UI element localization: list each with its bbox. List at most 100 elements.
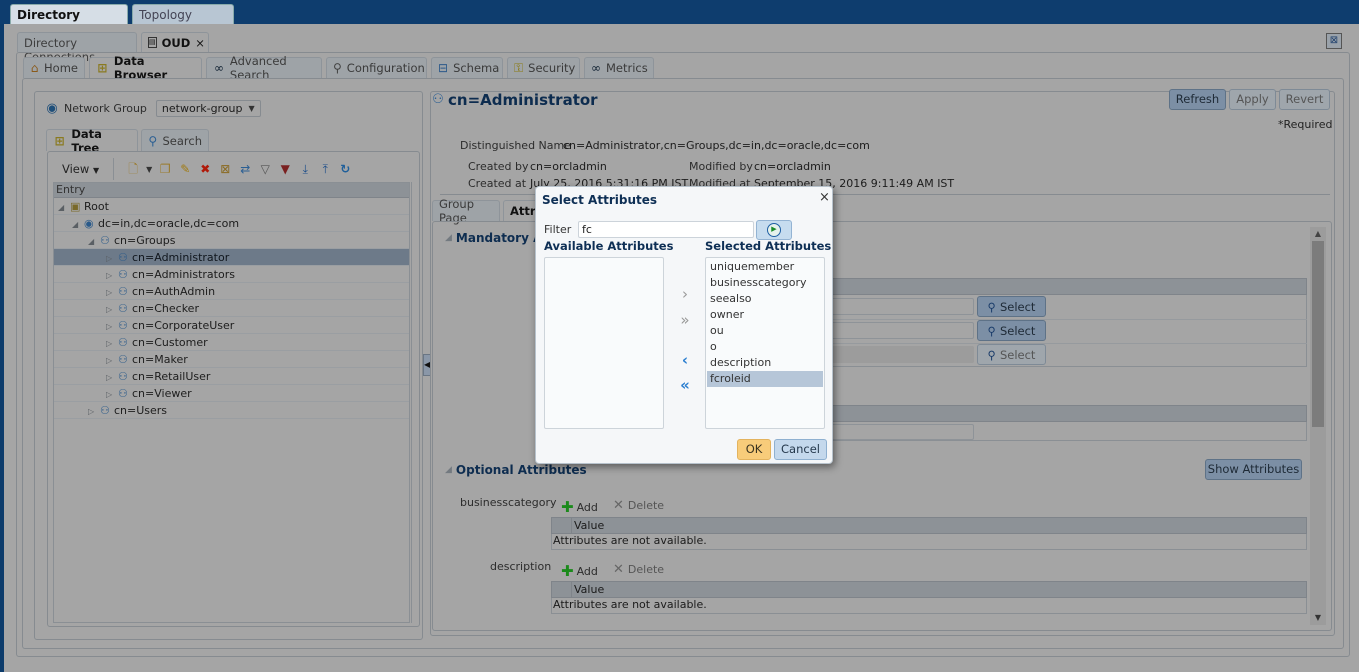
tree-row[interactable]: ◢ ◉ dc=in,dc=oracle,dc=com (54, 215, 409, 232)
selected-attribute-item[interactable]: uniquemember (707, 259, 823, 275)
tree-row[interactable]: ▷ ⚇ cn=Viewer (54, 385, 409, 402)
tab-schema[interactable]: ⊟ Schema (431, 57, 503, 78)
filter-input[interactable] (578, 221, 754, 238)
edit-icon[interactable]: ✎ (178, 162, 192, 176)
selected-attribute-item[interactable]: o (707, 339, 823, 355)
network-group-select[interactable]: network-group ▼ (155, 100, 261, 117)
new-entry-icon[interactable]: 🗋 (126, 162, 140, 176)
tree-row[interactable]: ▷ ⚇ cn=Administrators (54, 266, 409, 283)
expanded-toggle-icon[interactable]: ◢ (88, 233, 100, 250)
collapsed-toggle-icon[interactable]: ▷ (106, 284, 118, 301)
optional-section-header[interactable]: ◢ Optional Attributes (445, 463, 587, 477)
move-entry-icon[interactable]: ⇄ (238, 162, 252, 176)
delete-subtree-icon[interactable]: ⊠ (218, 162, 232, 176)
revert-button[interactable]: Revert (1279, 89, 1330, 110)
filter-go-button[interactable]: ▶ (756, 220, 792, 240)
move-right-icon[interactable]: › (675, 286, 695, 302)
vertical-scrollbar[interactable]: ▲ ▼ (1310, 227, 1326, 625)
selected-attribute-item[interactable]: ou (707, 323, 823, 339)
group-icon: ⚇ (118, 387, 128, 400)
tab-data-tree[interactable]: ⊞ Data Tree (46, 127, 138, 155)
add-button[interactable]: ✚ Add (561, 498, 598, 516)
select-button[interactable]: ⚲ Select (977, 320, 1046, 341)
tree-row[interactable]: ▷ ⚇ cn=Administrator (54, 249, 409, 266)
tab-directory-manager[interactable]: Directory Manager (10, 4, 128, 36)
mandatory-value-input[interactable] (820, 424, 974, 440)
clear-filter-icon[interactable]: ▼ (278, 162, 292, 176)
collapsed-toggle-icon[interactable]: ▷ (106, 335, 118, 352)
collapsed-toggle-icon[interactable]: ▷ (106, 318, 118, 335)
refresh-icon[interactable]: ↻ (338, 162, 352, 176)
collapsed-toggle-icon[interactable]: ▷ (106, 352, 118, 369)
expanded-toggle-icon[interactable]: ◢ (58, 199, 70, 216)
add-button[interactable]: ✚ Add (561, 562, 598, 580)
tab-oud[interactable]: ▤ OUD × (141, 32, 209, 52)
close-dialog-icon[interactable]: × (819, 190, 830, 205)
select-button[interactable]: ⚲ Select (977, 296, 1046, 317)
scroll-up-icon[interactable]: ▲ (1310, 227, 1326, 241)
available-attributes-list[interactable] (544, 257, 664, 429)
mandatory-value-input[interactable] (820, 298, 974, 315)
export-icon[interactable]: ⤒ (318, 162, 332, 176)
plus-icon: ✚ (561, 562, 574, 580)
tab-label: Search (162, 133, 202, 148)
show-attributes-button[interactable]: Show Attributes (1205, 459, 1302, 480)
collapsed-toggle-icon[interactable]: ▷ (88, 403, 100, 420)
ok-button[interactable]: OK (737, 439, 771, 460)
maximize-window-icon[interactable]: ⊠ (1326, 33, 1342, 49)
delete-button[interactable]: ✕ Delete (613, 562, 664, 577)
collapsed-toggle-icon[interactable]: ▷ (106, 267, 118, 284)
dropdown-arrow-icon[interactable]: ▼ (146, 165, 152, 174)
delete-button[interactable]: ✕ Delete (613, 498, 664, 513)
group-icon: ⚇ (118, 353, 128, 366)
tab-advanced-search[interactable]: ∞ Advanced Search (206, 54, 322, 82)
tab-security[interactable]: ⚿ Security (507, 57, 580, 78)
refresh-button[interactable]: Refresh (1169, 89, 1226, 110)
selected-attributes-list[interactable]: uniquemember businesscategory seealso owner… (705, 257, 825, 429)
selected-attribute-item[interactable]: fcroleid (707, 371, 823, 387)
tree-row[interactable]: ▷ ⚇ cn=RetailUser (54, 368, 409, 385)
scrollbar-thumb[interactable] (1312, 241, 1324, 427)
tree-row[interactable]: ▷ ⚇ cn=Checker (54, 300, 409, 317)
tab-home[interactable]: ⌂ Home (23, 57, 85, 78)
tab-search[interactable]: ⚲ Search (141, 129, 209, 151)
import-icon[interactable]: ⤓ (298, 162, 312, 176)
tree-row[interactable]: ◢ ⚇ cn=Groups (54, 232, 409, 249)
delete-icon[interactable]: ✖ (198, 162, 212, 176)
close-tab-icon[interactable]: × (195, 36, 205, 50)
apply-button[interactable]: Apply (1229, 89, 1276, 110)
tree-row[interactable]: ▷ ⚇ cn=Customer (54, 334, 409, 351)
cancel-button[interactable]: Cancel (774, 439, 827, 460)
tab-configuration[interactable]: ⚲ Configuration (326, 57, 427, 78)
tab-group-page[interactable]: Group Page (432, 197, 500, 225)
collapsed-toggle-icon[interactable]: ▷ (106, 301, 118, 318)
selected-attribute-item[interactable]: businesscategory (707, 275, 823, 291)
copy-entry-icon[interactable]: ❐ (158, 162, 172, 176)
tab-metrics[interactable]: ∞ Metrics (584, 57, 654, 78)
tab-directory-connections[interactable]: Directory Connections (17, 32, 137, 64)
filter-icon[interactable]: ▽ (258, 162, 272, 176)
tab-data-browser[interactable]: ⊞ Data Browser (89, 54, 202, 82)
selected-attribute-item[interactable]: description (707, 355, 823, 371)
move-all-right-icon[interactable]: » (675, 312, 695, 328)
view-menu[interactable]: View ▼ (54, 162, 107, 176)
collapsed-toggle-icon[interactable]: ▷ (106, 386, 118, 403)
collapsed-toggle-icon[interactable]: ▷ (106, 369, 118, 386)
mandatory-value-input[interactable] (820, 322, 974, 339)
tree-row[interactable]: ▷ ⚇ cn=AuthAdmin (54, 283, 409, 300)
tree-row[interactable]: ▷ ⚇ cn=Maker (54, 351, 409, 368)
tab-topology-manager[interactable]: Topology Manager (132, 4, 234, 36)
selected-attribute-item[interactable]: seealso (707, 291, 823, 307)
scroll-down-icon[interactable]: ▼ (1310, 611, 1326, 625)
move-all-left-icon[interactable]: « (675, 377, 695, 393)
expanded-toggle-icon[interactable]: ◢ (72, 216, 84, 233)
move-left-icon[interactable]: ‹ (675, 352, 695, 368)
tree-icon: ⊞ (54, 133, 65, 148)
tree-row[interactable]: ▷ ⚇ cn=CorporateUser (54, 317, 409, 334)
selected-attribute-item[interactable]: owner (707, 307, 823, 323)
delete-x-icon: ✕ (613, 562, 624, 577)
tree-column-header[interactable]: Entry (54, 183, 409, 198)
tree-row[interactable]: ◢ ▣ Root (54, 198, 409, 215)
tree-row[interactable]: ▷ ⚇ cn=Users (54, 402, 409, 419)
collapsed-toggle-icon[interactable]: ▷ (106, 250, 118, 267)
